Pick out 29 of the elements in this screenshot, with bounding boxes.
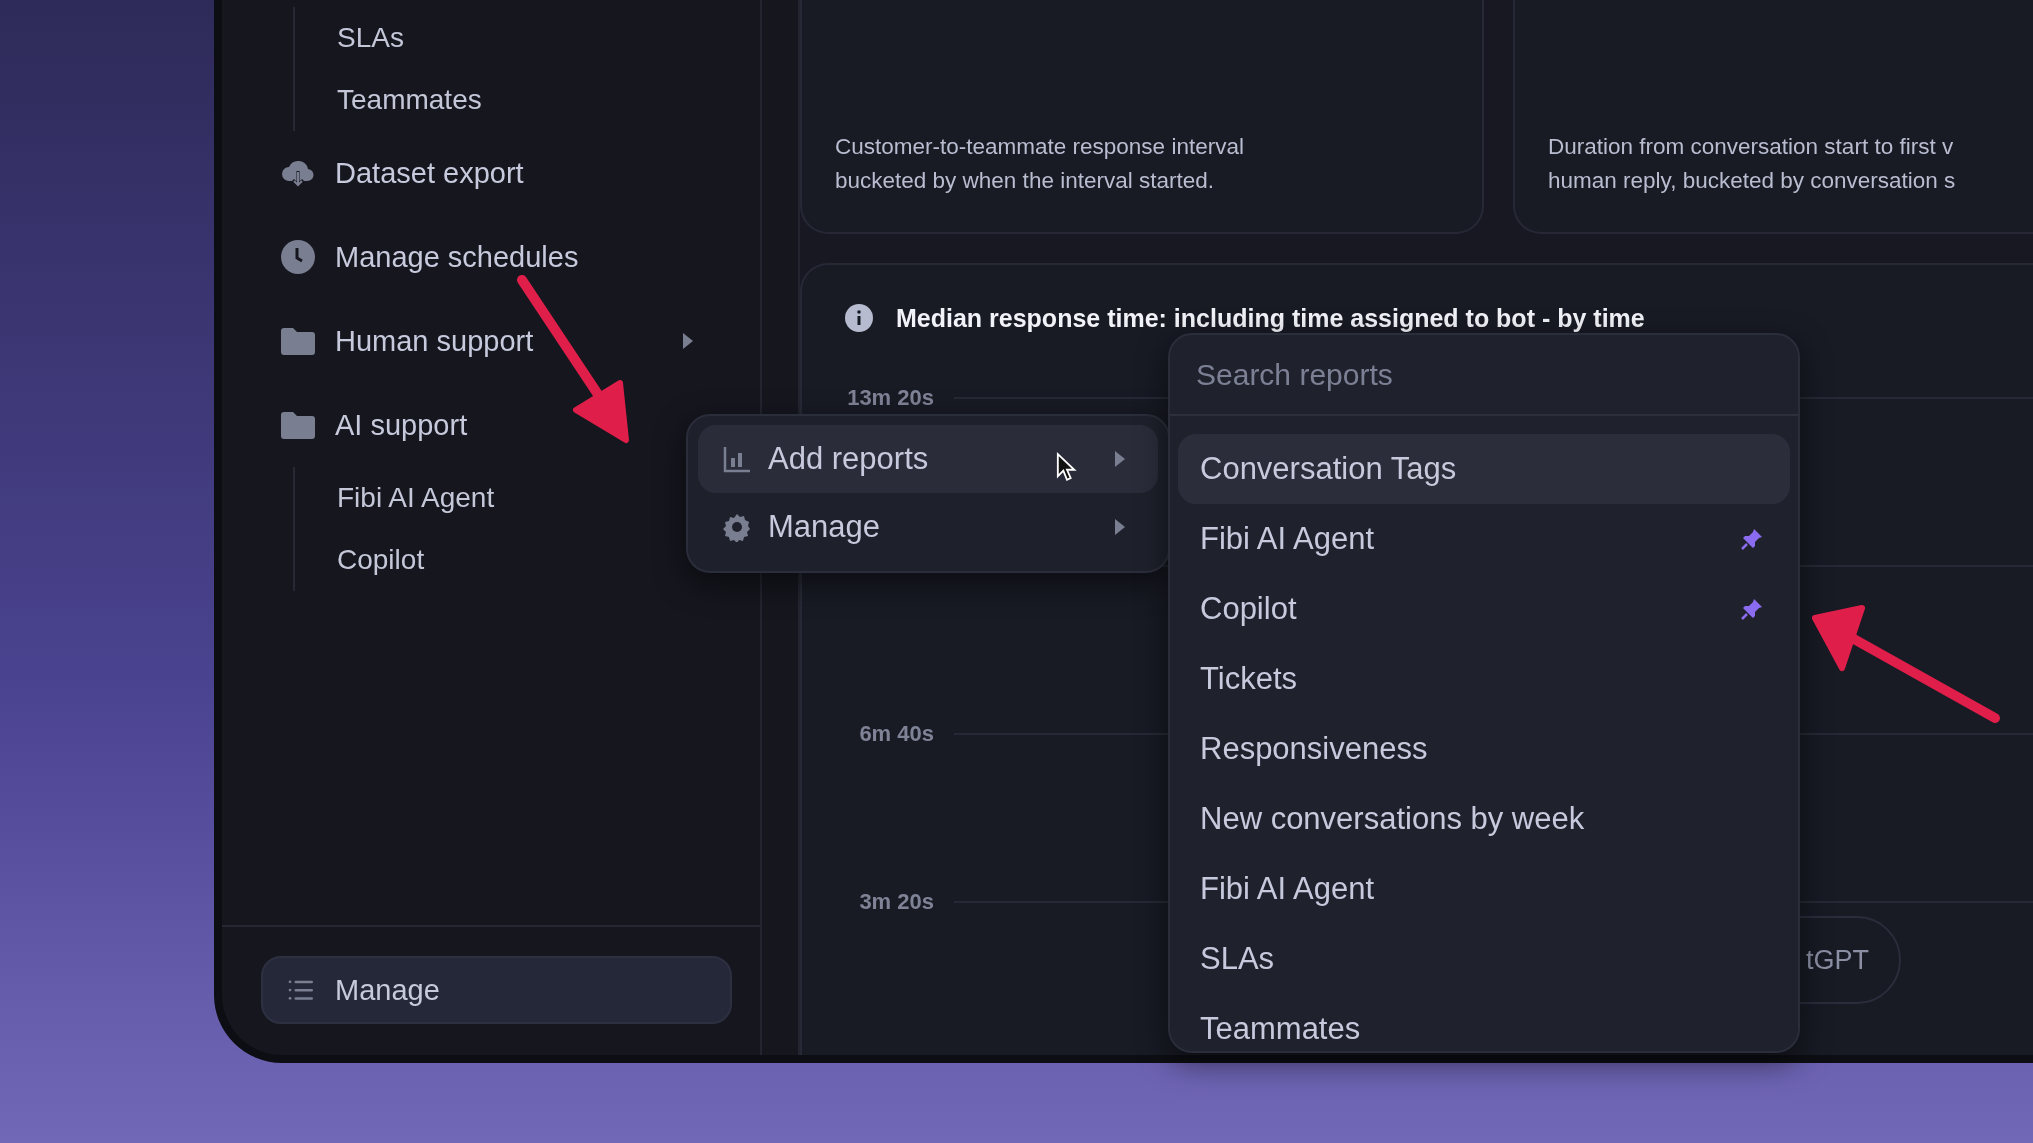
- info-icon: [844, 303, 874, 333]
- caret-icon: [1114, 518, 1126, 536]
- bar-chart-icon: [722, 444, 752, 474]
- menu-item[interactable]: New conversations by week: [1178, 784, 1790, 854]
- menu-item[interactable]: Conversation Tags: [1178, 434, 1790, 504]
- menu-item[interactable]: Copilot: [1178, 574, 1790, 644]
- menu-item[interactable]: Fibi AI Agent: [1178, 504, 1790, 574]
- sidebar-item[interactable]: Human support: [222, 299, 760, 383]
- manage-button[interactable]: Manage: [261, 956, 732, 1024]
- card-description: Customer-to-teammate response interval bucketed by when the interval started.: [835, 133, 1244, 195]
- chart-title: Median response time: including time assigned to bot - by time: [896, 303, 1645, 333]
- gear-icon: [722, 512, 752, 542]
- menu-item[interactable]: Manage: [698, 493, 1158, 561]
- axis-label: 6m 40s: [858, 720, 934, 748]
- sidebar-item[interactable]: SLAs: [337, 7, 760, 69]
- axis-label: 3m 20s: [858, 888, 934, 916]
- card-description: Duration from conversation start to first v human reply, bucketed by conversation s: [1548, 133, 1956, 195]
- sidebar-item[interactable]: Dataset export: [222, 131, 760, 215]
- menu-item[interactable]: Responsiveness: [1178, 714, 1790, 784]
- search-field[interactable]: Search reports: [1170, 335, 1798, 416]
- caret-icon: [1114, 450, 1126, 468]
- clock-icon: [280, 239, 316, 275]
- menu-item[interactable]: Add reports: [698, 425, 1158, 493]
- sidebar-item[interactable]: Teammates: [337, 69, 760, 131]
- list-icon: [287, 979, 315, 1001]
- cursor-icon: [1056, 452, 1078, 482]
- sidebar-item[interactable]: Manage schedules: [222, 215, 760, 299]
- menu-item[interactable]: Tickets: [1178, 644, 1790, 714]
- axis-label: 13m 20s: [846, 384, 934, 412]
